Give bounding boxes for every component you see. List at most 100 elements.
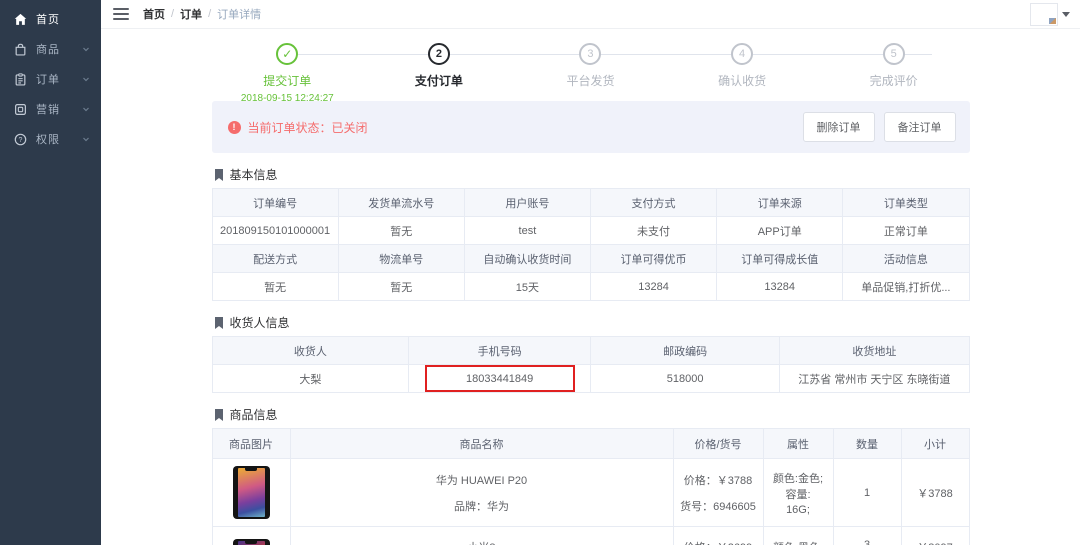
step-pay-order: 2 支付订单 [363, 43, 515, 105]
table-header-cell: 商品名称 [290, 429, 673, 459]
price-sn-cell: 价格：￥2699 [673, 527, 763, 545]
table-header-cell: 数量 [833, 429, 901, 459]
table-header-cell: 收货人 [212, 337, 409, 365]
attributes-cell: 颜色:黑色;容量: [763, 527, 833, 545]
receiver-info-table: 收货人 手机号码 邮政编码 收货地址 大梨 18033441849 [212, 336, 970, 393]
goods-info-table: 商品图片 商品名称 价格/货号 属性 数量 小计 [212, 428, 970, 545]
price-sn-cell: 价格：￥3788 货号：6946605 [673, 459, 763, 527]
table-cell: 13284 [590, 273, 716, 301]
address-cell: 江苏省 常州市 天宁区 东晓街道 [780, 365, 969, 393]
sidebar-item-label: 商品 [36, 41, 81, 57]
caret-down-icon[interactable] [1062, 12, 1070, 17]
check-circle-icon: ✓ [276, 43, 298, 65]
sidebar-item-orders[interactable]: 订单 [0, 64, 101, 94]
sidebar-item-permissions[interactable]: ? 权限 [0, 124, 101, 154]
table-cell: 未支付 [590, 217, 716, 245]
table-header-cell: 订单来源 [717, 189, 843, 217]
subtotal-cell: ￥8097 [901, 527, 969, 545]
table-header-cell: 小计 [901, 429, 969, 459]
table-row: 暂无 暂无 15天 13284 13284 单品促销,打折优... [212, 273, 969, 301]
main-area: 首页 / 订单 / 订单详情 ✓ 提交订单 [101, 0, 1080, 545]
table-row: 201809150101000001 暂无 test 未支付 APP订单 正常订… [212, 217, 969, 245]
table-header-cell: 订单类型 [843, 189, 969, 217]
chevron-down-icon [81, 74, 91, 84]
delete-order-button[interactable]: 删除订单 [803, 112, 875, 142]
order-icon [14, 73, 27, 86]
sidebar-item-label: 权限 [36, 131, 81, 147]
product-name: 华为 HUAWEI P20 [291, 472, 673, 488]
table-cell: APP订单 [717, 217, 843, 245]
table-cell: 暂无 [338, 217, 464, 245]
table-cell: 13284 [717, 273, 843, 301]
topbar: 首页 / 订单 / 订单详情 [101, 0, 1080, 29]
product-price: 价格：￥2699 [674, 539, 763, 545]
step-number: 2 [428, 43, 450, 65]
table-header-cell: 用户账号 [464, 189, 590, 217]
receiver-info-section-title: 收货人信息 [214, 314, 968, 331]
red-annotation-box: 18033441849 [425, 365, 575, 392]
sidebar-item-label: 首页 [36, 11, 91, 27]
product-name: 小米8 [291, 539, 673, 545]
table-header-cell: 邮政编码 [590, 337, 779, 365]
table-header-cell: 价格/货号 [673, 429, 763, 459]
hamburger-menu-icon[interactable] [113, 8, 129, 20]
sidebar-item-home[interactable]: 首页 [0, 4, 101, 34]
phone-number: 18033441849 [466, 373, 533, 385]
step-number: 5 [883, 43, 905, 65]
order-number-cell: 201809150101000001 [212, 217, 338, 245]
bookmark-icon [214, 409, 224, 421]
table-header-cell: 活动信息 [843, 245, 969, 273]
activity-info-cell: 单品促销,打折优... [843, 273, 969, 301]
sidebar-item-label: 订单 [36, 71, 81, 87]
product-row: 小米8 价格：￥2699 颜色:黑色;容量: [212, 527, 969, 545]
table-cell: 15天 [464, 273, 590, 301]
bookmark-icon [214, 169, 224, 181]
topbar-right [1030, 3, 1070, 26]
chevron-down-icon [81, 134, 91, 144]
breadcrumb-home[interactable]: 首页 [143, 6, 165, 22]
breadcrumb-orders[interactable]: 订单 [180, 6, 202, 22]
chevron-down-icon [81, 44, 91, 54]
product-image-cell [212, 527, 290, 545]
sidebar: 首页 商品 订单 营销 [0, 0, 101, 545]
product-row: 华为 HUAWEI P20 品牌：华为 价格：￥3788 货号：6946605 [212, 459, 969, 527]
broken-image-icon [1049, 18, 1056, 24]
table-header-row: 订单编号 发货单流水号 用户账号 支付方式 订单来源 订单类型 [212, 189, 969, 217]
xiaomi-mi8-product-image [233, 539, 270, 545]
step-number: 4 [731, 43, 753, 65]
table-header-cell: 收货地址 [780, 337, 969, 365]
table-header-row: 收货人 手机号码 邮政编码 收货地址 [212, 337, 969, 365]
goods-icon [14, 43, 27, 56]
table-header-cell: 属性 [763, 429, 833, 459]
table-cell: 暂无 [212, 273, 338, 301]
breadcrumb-separator: / [171, 8, 174, 20]
basic-info-table: 订单编号 发货单流水号 用户账号 支付方式 订单来源 订单类型 20180915… [212, 188, 970, 301]
postal-code-cell: 518000 [590, 365, 779, 393]
table-header-cell: 支付方式 [590, 189, 716, 217]
sidebar-item-marketing[interactable]: 营销 [0, 94, 101, 124]
app-root: 首页 商品 订单 营销 [0, 0, 1080, 545]
marketing-icon [14, 103, 27, 116]
table-header-cell: 订单编号 [212, 189, 338, 217]
product-image-cell [212, 459, 290, 527]
huawei-p20-product-image [233, 466, 270, 519]
product-name-cell: 小米8 [290, 527, 673, 545]
step-submit-order: ✓ 提交订单 2018-09-15 12:24:27 [212, 43, 364, 105]
table-header-cell: 手机号码 [409, 337, 591, 365]
chevron-down-icon [81, 104, 91, 114]
phone-number-cell: 18033441849 [409, 365, 591, 393]
quantity-cell: 3 [833, 527, 901, 545]
avatar[interactable] [1030, 3, 1058, 26]
note-order-button[interactable]: 备注订单 [884, 112, 956, 142]
permission-icon: ? [14, 133, 27, 146]
table-header-row: 商品图片 商品名称 价格/货号 属性 数量 小计 [212, 429, 969, 459]
content: ✓ 提交订单 2018-09-15 12:24:27 2 支付订单 3 平台发货 [101, 29, 1080, 545]
sidebar-item-label: 营销 [36, 101, 81, 117]
step-timestamp: 2018-09-15 12:24:27 [241, 93, 334, 105]
table-cell: test [464, 217, 590, 245]
sidebar-item-goods[interactable]: 商品 [0, 34, 101, 64]
quantity-cell: 1 [833, 459, 901, 527]
table-header-cell: 订单可得优币 [590, 245, 716, 273]
table-header-cell: 自动确认收货时间 [464, 245, 590, 273]
subtotal-cell: ￥3788 [901, 459, 969, 527]
